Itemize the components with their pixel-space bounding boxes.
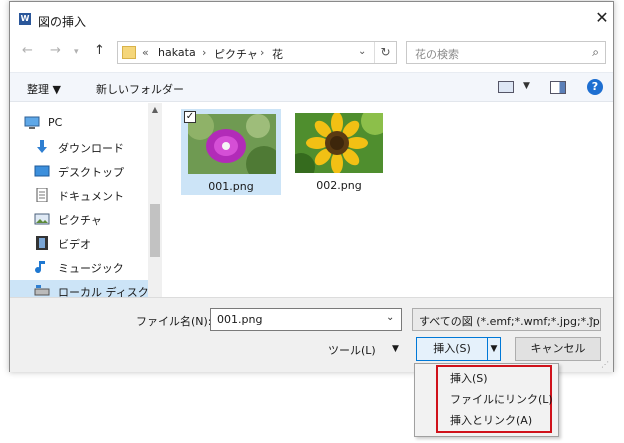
- nav-pane-scrollbar[interactable]: ▲: [148, 103, 162, 297]
- insert-options-dropdown-icon[interactable]: ▼: [487, 337, 501, 361]
- insert-options-menu: 挿入(S) ファイルにリンク(L) 挿入とリンク(A): [414, 363, 559, 437]
- breadcrumb-pictures[interactable]: ピクチャ: [214, 46, 258, 62]
- filename-history-chevron-icon[interactable]: ⌄: [386, 312, 394, 323]
- filename-label: ファイル名(N):: [136, 315, 212, 328]
- breadcrumb-separator-icon: ›: [202, 46, 207, 59]
- close-icon[interactable]: ✕: [592, 8, 612, 28]
- nav-item-pc[interactable]: PC: [10, 112, 148, 134]
- search-box[interactable]: 花の検索 ⌕: [406, 41, 606, 64]
- tools-chevron-icon[interactable]: ▼: [392, 344, 399, 354]
- help-icon[interactable]: ?: [587, 79, 603, 95]
- file-tile-001[interactable]: ✓ 001.png: [181, 109, 281, 195]
- navigation-bar: ← → ▾ ↑ « hakata › ピクチャ › 花 ⌄ ↻ 花の検索 ⌕: [10, 40, 613, 66]
- file-name: 001.png: [208, 180, 254, 193]
- dialog-footer: ファイル名(N): 001.png ⌄ すべての図 (*.emf;*.wmf;*…: [10, 297, 613, 372]
- document-icon: [36, 188, 48, 202]
- command-bar: 整理 ▼ 新しいフォルダー ▼ ?: [10, 72, 613, 102]
- nav-item-music[interactable]: ミュージック: [10, 256, 148, 278]
- menu-item-insert-and-link[interactable]: 挿入とリンク(A): [450, 412, 532, 428]
- back-arrow-icon[interactable]: ←: [22, 43, 33, 58]
- cancel-button[interactable]: キャンセル: [515, 337, 601, 361]
- select-checkbox[interactable]: ✓: [184, 111, 196, 123]
- breadcrumb-flowers[interactable]: 花: [272, 46, 283, 62]
- recent-locations-chevron-icon[interactable]: ▾: [74, 47, 79, 57]
- filename-input[interactable]: 001.png: [210, 308, 402, 331]
- file-type-select[interactable]: すべての図 (*.emf;*.wmf;*.jpg;*.jp: [412, 308, 601, 331]
- folder-icon: [122, 46, 136, 59]
- organize-button[interactable]: 整理 ▼: [27, 81, 61, 97]
- file-tile-002[interactable]: 002.png: [289, 109, 389, 195]
- refresh-icon[interactable]: ↻: [374, 42, 396, 63]
- scroll-thumb[interactable]: [150, 204, 160, 257]
- breadcrumb-hakata[interactable]: hakata: [158, 46, 196, 59]
- nav-item-videos[interactable]: ビデオ: [10, 232, 148, 254]
- sunflower-thumbnail: [295, 113, 383, 173]
- word-app-icon: W: [19, 13, 31, 25]
- pictures-icon: [34, 213, 50, 225]
- download-arrow-icon: [37, 140, 47, 153]
- change-view-icon[interactable]: [498, 81, 514, 93]
- breadcrumb-overflow[interactable]: «: [142, 46, 149, 59]
- nav-item-label: ダウンロード: [58, 142, 124, 155]
- tools-button[interactable]: ツール(L): [328, 342, 376, 358]
- morning-glory-thumbnail: [188, 114, 276, 174]
- nav-item-label: ローカル ディスク (C: [58, 286, 162, 297]
- nav-item-label: ビデオ: [58, 238, 91, 251]
- nav-item-local-disk[interactable]: ローカル ディスク (C: [10, 280, 162, 297]
- insert-picture-dialog: W 図の挿入 ✕ ← → ▾ ↑ « hakata › ピクチャ › 花 ⌄ ↻…: [9, 1, 614, 372]
- address-bar[interactable]: « hakata › ピクチャ › 花 ⌄ ↻: [117, 41, 397, 64]
- menu-item-insert[interactable]: 挿入(S): [450, 370, 488, 386]
- window-title: 図の挿入: [38, 15, 87, 29]
- music-note-icon: [35, 261, 45, 274]
- nav-item-label: デスクトップ: [58, 166, 124, 179]
- nav-item-label: ピクチャ: [58, 214, 102, 227]
- breadcrumb-separator-icon: ›: [260, 46, 265, 59]
- nav-item-pictures[interactable]: ピクチャ: [10, 208, 148, 230]
- nav-item-label: ミュージック: [58, 262, 124, 275]
- file-name: 002.png: [316, 179, 362, 192]
- insert-button[interactable]: 挿入(S): [416, 337, 488, 361]
- scroll-up-icon[interactable]: ▲: [148, 105, 162, 114]
- title-bar: W 図の挿入 ✕: [10, 2, 613, 32]
- new-folder-button[interactable]: 新しいフォルダー: [96, 81, 184, 97]
- nav-item-label: PC: [48, 116, 63, 129]
- menu-item-link-to-file[interactable]: ファイルにリンク(L): [450, 391, 553, 407]
- address-dropdown-chevron-icon[interactable]: ⌄: [358, 46, 366, 57]
- resize-grip-icon[interactable]: ⋰: [601, 360, 611, 370]
- nav-item-downloads[interactable]: ダウンロード: [10, 136, 148, 158]
- video-icon: [36, 236, 48, 250]
- search-input[interactable]: 花の検索: [415, 46, 459, 62]
- search-icon: ⌕: [592, 45, 599, 59]
- forward-arrow-icon[interactable]: →: [50, 43, 61, 58]
- nav-item-label: ドキュメント: [58, 190, 124, 203]
- nav-item-desktop[interactable]: デスクトップ: [10, 160, 148, 182]
- computer-icon: [24, 116, 40, 129]
- preview-pane-icon[interactable]: [550, 81, 566, 94]
- desktop-icon: [34, 165, 50, 177]
- nav-item-documents[interactable]: ドキュメント: [10, 184, 148, 206]
- file-list: ✓ 001.png 002.png: [163, 103, 613, 297]
- file-type-chevron-icon[interactable]: ⌄: [587, 312, 595, 323]
- view-options-chevron-icon[interactable]: ▼: [523, 81, 530, 91]
- navigation-pane: PC ダウンロード デスクトップ ドキュメント ピクチャ ビデオ ミュージック: [10, 103, 162, 297]
- up-arrow-icon[interactable]: ↑: [94, 43, 105, 58]
- disk-icon: [34, 285, 50, 296]
